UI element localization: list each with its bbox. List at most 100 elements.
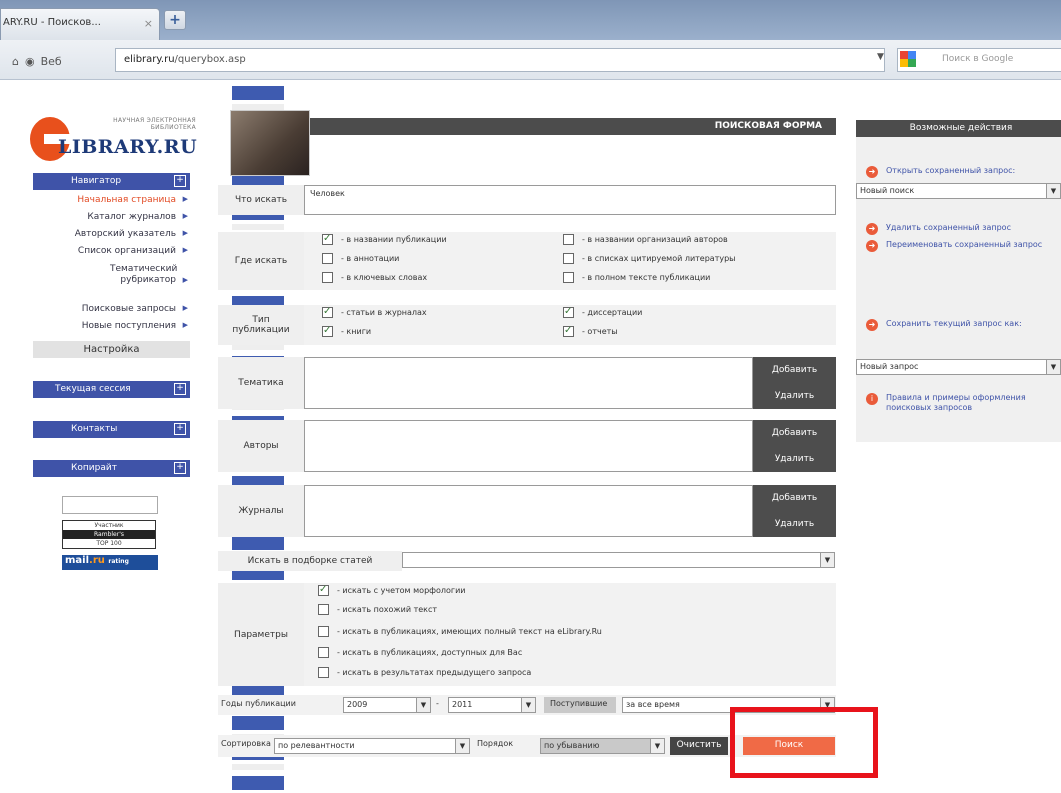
checkbox-icon[interactable]	[322, 253, 333, 264]
checkbox-icon[interactable]	[563, 272, 574, 283]
journals-list[interactable]	[304, 485, 753, 537]
checkbox-icon[interactable]	[563, 234, 574, 245]
topic-add-button[interactable]: Добавить	[753, 357, 836, 383]
checkbox-label: - искать похожий текст	[337, 605, 438, 614]
type-articles-checkbox[interactable]: - статьи в журналах	[322, 306, 427, 318]
new-tab-button[interactable]: +	[164, 10, 186, 30]
where-keywords-checkbox[interactable]: - в ключевых словах	[322, 272, 427, 283]
delete-saved-link[interactable]: ➜ Удалить сохраненный запрос	[866, 223, 1011, 235]
params-previous-checkbox[interactable]: - искать в результатах предыдущего запро…	[318, 667, 531, 678]
open-saved-link[interactable]: ➜ Открыть сохраненный запрос:	[866, 166, 1015, 178]
expand-icon[interactable]: +	[174, 423, 186, 435]
checkbox-icon[interactable]	[563, 253, 574, 264]
sidebar-item-new[interactable]: Новые поступления	[30, 321, 190, 331]
checkbox-icon[interactable]	[318, 604, 329, 615]
saved-query-select[interactable]: Новый поиск ▼	[856, 183, 1061, 199]
order-select[interactable]: по убыванию ▼	[540, 738, 665, 754]
what-input[interactable]: Человек	[304, 185, 836, 215]
where-abstract-checkbox[interactable]: - в аннотации	[322, 253, 399, 264]
globe-icon[interactable]: ◉	[25, 55, 35, 68]
form-title: ПОИСКОВАЯ ФОРМА	[310, 118, 836, 135]
where-org-checkbox[interactable]: - в названии организаций авторов	[563, 234, 728, 245]
google-icon[interactable]	[900, 51, 916, 67]
params-morphology-checkbox[interactable]: - искать с учетом морфологии	[318, 584, 466, 596]
collection-select[interactable]: ▼	[402, 552, 835, 568]
browser-tab[interactable]: ARY.RU - Поисков... ×	[0, 8, 160, 40]
rules-label: Правила и примеры оформления поисковых з…	[886, 393, 1026, 412]
chevron-down-icon[interactable]: ▼	[877, 52, 884, 62]
where-title-checkbox[interactable]: - в названии публикации	[322, 233, 447, 245]
checkbox-icon[interactable]	[322, 272, 333, 283]
params-fulltext-checkbox[interactable]: - искать в публикациях, имеющих полный т…	[318, 626, 602, 637]
sidebar-item-authors[interactable]: Авторский указатель	[30, 229, 190, 239]
checkbox-icon[interactable]	[318, 647, 329, 658]
authors-list[interactable]	[304, 420, 753, 472]
checkbox-label: - в названии организаций авторов	[582, 235, 728, 244]
home-icon[interactable]: ⌂	[12, 55, 19, 68]
sidebar-item-journals[interactable]: Каталог журналов	[30, 212, 190, 222]
sort-select[interactable]: по релевантности ▼	[274, 738, 470, 754]
save-current-link[interactable]: ➜ Сохранить текущий запрос как:	[866, 319, 1061, 331]
checkbox-icon[interactable]	[318, 584, 329, 596]
sidebar-item-settings[interactable]: Настройка	[33, 341, 190, 358]
logo-subtitle: НАУЧНАЯ ЭЛЕКТРОННАЯ БИБЛИОТЕКА	[78, 117, 196, 131]
clear-button[interactable]: Очистить	[670, 737, 728, 755]
sidebar-session-header[interactable]: Текущая сессия +	[33, 381, 190, 398]
chevron-down-icon[interactable]: ▼	[521, 698, 535, 712]
rules-link[interactable]: i Правила и примеры оформления поисковых …	[866, 393, 1061, 413]
year-to-select[interactable]: 2011 ▼	[448, 697, 536, 713]
params-similar-checkbox[interactable]: - искать похожий текст	[318, 604, 437, 615]
where-refs-checkbox[interactable]: - в списках цитируемой литературы	[563, 253, 736, 264]
journals-add-button[interactable]: Добавить	[753, 485, 836, 511]
expand-icon[interactable]: +	[174, 462, 186, 474]
checkbox-icon[interactable]	[318, 626, 329, 637]
chevron-down-icon[interactable]: ▼	[820, 553, 834, 567]
sidebar-copyright-header[interactable]: Копирайт +	[33, 460, 190, 477]
authors-add-button[interactable]: Добавить	[753, 420, 836, 446]
type-label-line-1: Тип	[252, 315, 270, 325]
chevron-down-icon[interactable]: ▼	[1046, 360, 1060, 374]
topic-remove-button[interactable]: Удалить	[753, 383, 836, 409]
address-bar[interactable]: elibrary.ru/querybox.asp	[115, 48, 885, 72]
rename-saved-link[interactable]: ➜ Переименовать сохраненный запрос	[866, 240, 1061, 252]
close-icon[interactable]: ×	[144, 17, 153, 30]
params-available-checkbox[interactable]: - искать в публикациях, доступных для Ва…	[318, 647, 522, 658]
checkbox-icon[interactable]	[322, 233, 333, 245]
checkbox-label: - искать в публикациях, доступных для Ва…	[337, 648, 523, 657]
checkbox-icon[interactable]	[563, 325, 574, 337]
sidebar-item-home[interactable]: Начальная страница	[30, 195, 190, 205]
google-search-input[interactable]: Поиск в Google	[897, 48, 1061, 72]
checkbox-icon[interactable]	[318, 667, 329, 678]
sidebar-contacts-header[interactable]: Контакты +	[33, 421, 190, 438]
checkbox-icon[interactable]	[322, 325, 333, 337]
expand-icon[interactable]: +	[174, 383, 186, 395]
header-photo	[230, 110, 310, 176]
new-query-select[interactable]: Новый запрос ▼	[856, 359, 1061, 375]
sidebar-item-queries[interactable]: Поисковые запросы	[30, 304, 190, 314]
where-fulltext-checkbox[interactable]: - в полном тексте публикации	[563, 272, 710, 283]
session-label: Текущая сессия	[55, 384, 131, 394]
web-label[interactable]: Веб	[41, 55, 62, 68]
year-from-select[interactable]: 2009 ▼	[343, 697, 431, 713]
expand-icon[interactable]: +	[174, 175, 186, 187]
sidebar-item-organizations[interactable]: Список организаций	[30, 246, 190, 256]
type-dissertations-checkbox[interactable]: - диссертации	[563, 306, 642, 318]
checkbox-label: - искать с учетом морфологии	[337, 586, 466, 595]
type-books-checkbox[interactable]: - книги	[322, 325, 371, 337]
rambler-rating-badge[interactable]: Участник Rambler's TOP 100	[62, 520, 156, 549]
checkbox-label: - статьи в журналах	[341, 308, 427, 317]
chevron-down-icon[interactable]: ▼	[455, 739, 469, 753]
sidebar-navigator-header[interactable]: Навигатор +	[33, 173, 190, 190]
journals-remove-button[interactable]: Удалить	[753, 511, 836, 537]
topic-list[interactable]	[304, 357, 753, 409]
checkbox-icon[interactable]	[563, 306, 574, 318]
mailru-rating-badge[interactable]: mail.ru rating	[62, 555, 158, 570]
logo-text[interactable]: LIBRARY.RU	[58, 136, 197, 158]
chevron-down-icon[interactable]: ▼	[650, 739, 664, 753]
chevron-down-icon[interactable]: ▼	[416, 698, 430, 712]
sidebar-item-rubricator[interactable]: Тематический рубрикатор	[30, 264, 190, 286]
type-reports-checkbox[interactable]: - отчеты	[563, 325, 618, 337]
checkbox-icon[interactable]	[322, 306, 333, 318]
authors-remove-button[interactable]: Удалить	[753, 446, 836, 472]
chevron-down-icon[interactable]: ▼	[1046, 184, 1060, 198]
